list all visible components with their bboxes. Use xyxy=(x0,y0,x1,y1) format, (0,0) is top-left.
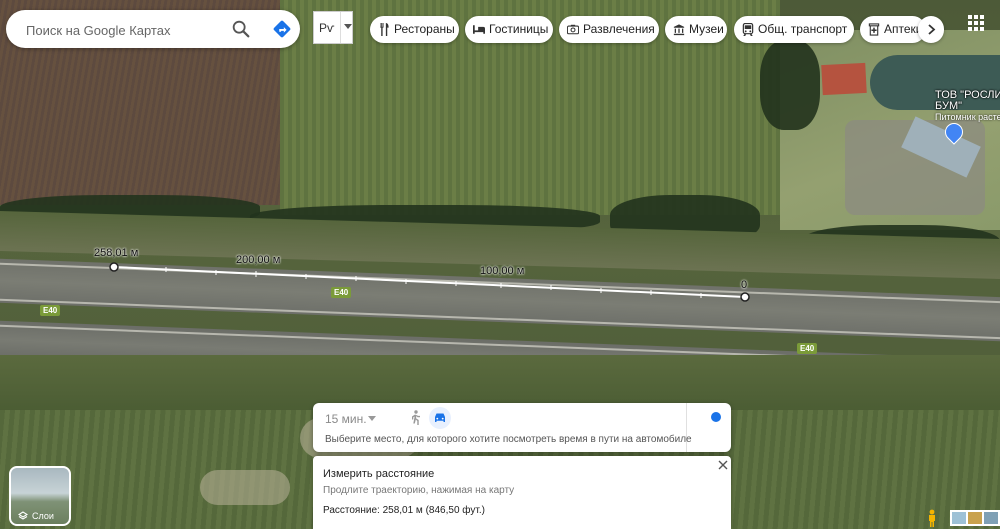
chip-label: Общ. транспорт xyxy=(758,22,848,36)
chevron-down-icon[interactable] xyxy=(368,416,376,425)
distance-label: 100,00 м xyxy=(480,265,525,277)
distance-label: 258,01 м xyxy=(94,247,139,259)
car-icon xyxy=(435,413,445,422)
search-box xyxy=(6,10,300,48)
directions-icon[interactable] xyxy=(271,18,293,40)
search-icon[interactable] xyxy=(230,18,252,40)
travel-time-select[interactable]: 15 мин. xyxy=(325,412,367,426)
travel-time-card: 15 мин. Выберите место, для которого хот… xyxy=(313,403,731,452)
restaurant-icon xyxy=(380,23,389,36)
distance-label: 0 xyxy=(741,279,748,291)
imagery-thumbnail[interactable] xyxy=(984,512,998,524)
poi-title-line2: БУМ" xyxy=(935,100,963,112)
walk-icon[interactable] xyxy=(409,410,421,426)
chip-hotels[interactable]: Гостиницы xyxy=(465,16,553,43)
chips-scroll-right-button[interactable] xyxy=(918,16,944,43)
road-shield-e40: E40 xyxy=(40,305,61,316)
poi-label[interactable]: ТОВ "РОСЛИ БУМ" xyxy=(935,90,1000,112)
layers-button[interactable]: Слои xyxy=(9,466,71,526)
car-mode-button[interactable] xyxy=(429,407,451,429)
layers-label: Слои xyxy=(32,511,54,521)
chip-label: Рестораны xyxy=(394,22,455,36)
distance-label: 200,00 м xyxy=(236,254,281,266)
close-icon[interactable] xyxy=(717,459,729,471)
poi-subtitle: Питомник расте xyxy=(935,112,1000,122)
search-input[interactable] xyxy=(24,19,228,41)
chip-entertainment[interactable]: Развлечения xyxy=(559,16,659,43)
measure-segment xyxy=(113,266,746,298)
imagery-thumbnail[interactable] xyxy=(968,512,982,524)
chip-label: Аптеки xyxy=(884,22,923,36)
hotel-icon xyxy=(473,25,485,34)
pharmacy-icon xyxy=(868,23,880,36)
measure-subtitle: Продлите траекторию, нажимая на карту xyxy=(323,485,515,496)
museum-icon xyxy=(673,24,685,36)
travel-time-hint: Выберите место, для которого хотите посм… xyxy=(325,434,692,445)
chip-label: Музеи xyxy=(689,22,724,36)
apps-grid-icon[interactable] xyxy=(968,15,984,31)
camera-icon xyxy=(567,24,579,35)
chevron-down-icon[interactable] xyxy=(340,12,354,43)
imagery-thumbnails[interactable] xyxy=(950,510,1000,526)
measure-start-point xyxy=(109,262,119,272)
chip-restaurants[interactable]: Рестораны xyxy=(370,16,459,43)
chevron-right-icon xyxy=(928,24,936,35)
measure-title: Измерить расстояние xyxy=(323,468,435,480)
chip-pharmacies[interactable]: Аптеки xyxy=(860,16,926,43)
chip-label: Гостиницы xyxy=(489,22,549,36)
input-tools-button[interactable]: Рѵ xyxy=(313,11,353,44)
measure-distance-value: Расстояние: 258,01 м (846,50 фут.) xyxy=(323,505,485,516)
pegman-icon[interactable] xyxy=(927,509,937,527)
chip-transit[interactable]: Общ. транспорт xyxy=(734,16,854,43)
measure-end-point xyxy=(740,292,750,302)
chip-label: Развлечения xyxy=(583,22,655,36)
imagery-thumbnail[interactable] xyxy=(952,512,966,524)
road-shield-e40: E40 xyxy=(331,287,352,298)
measure-distance-card: Измерить расстояние Продлите траекторию,… xyxy=(313,456,731,529)
road-shield-e40: E40 xyxy=(797,343,818,354)
transit-icon xyxy=(742,23,754,36)
location-dot-icon[interactable] xyxy=(711,412,721,422)
layers-icon xyxy=(18,511,28,520)
chip-museums[interactable]: Музеи xyxy=(665,16,727,43)
input-tools-label: Рѵ xyxy=(319,21,335,35)
